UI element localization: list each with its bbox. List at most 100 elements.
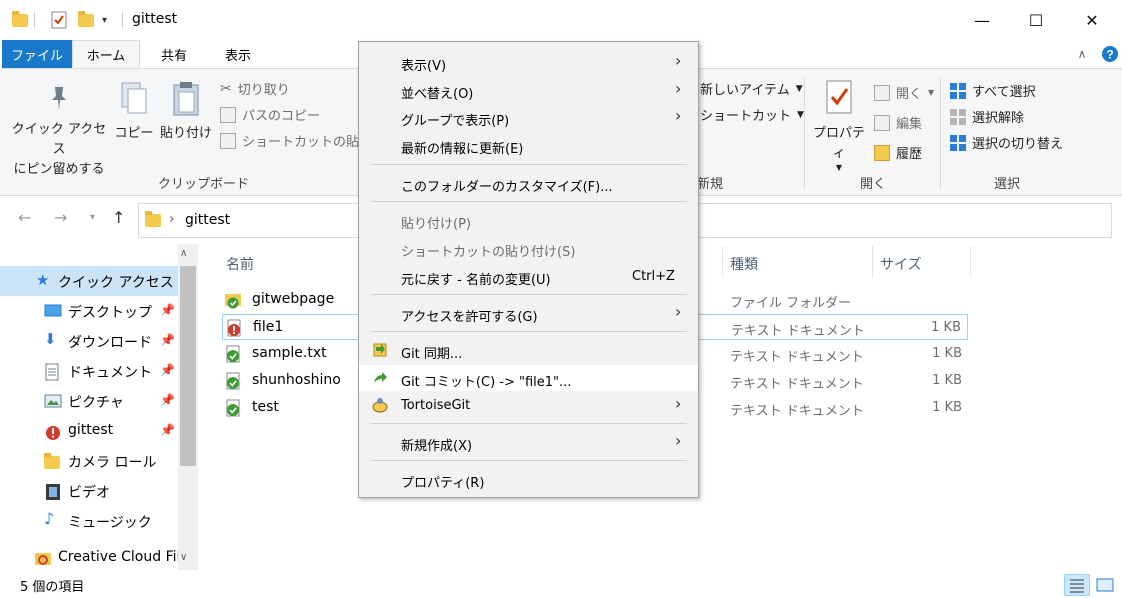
pin-quick-access-button[interactable]: クイック アクセス にピン留めする bbox=[10, 83, 108, 180]
item-count: 5 個の項目 bbox=[20, 580, 85, 595]
properties-label: プロパティ bbox=[812, 126, 865, 161]
cut-label: 切り取り bbox=[237, 83, 290, 98]
chevron-right-icon: › bbox=[675, 79, 682, 98]
title-bar: ▾ gittest — ☐ ✕ bbox=[0, 0, 1122, 40]
tab-share[interactable]: 共有 bbox=[146, 40, 202, 68]
folder-icon bbox=[145, 211, 161, 227]
properties-icon[interactable] bbox=[50, 10, 68, 30]
shortcut-label: ショートカット bbox=[700, 109, 792, 124]
menu-item-properties[interactable]: プロパティ(R) bbox=[359, 466, 698, 492]
column-header-size[interactable]: サイズ bbox=[880, 254, 922, 274]
recent-locations-chevron-icon[interactable]: ▾ bbox=[90, 212, 95, 223]
edit-button[interactable]: 編集 bbox=[874, 113, 922, 132]
close-button[interactable]: ✕ bbox=[1064, 0, 1120, 40]
menu-item-refresh[interactable]: 最新の情報に更新(E) bbox=[359, 132, 698, 158]
tab-file[interactable]: ファイル bbox=[2, 40, 72, 68]
minimize-button[interactable]: — bbox=[954, 0, 1010, 40]
new-folder-icon[interactable] bbox=[78, 10, 94, 30]
copy-path-button[interactable]: パスのコピー bbox=[220, 105, 320, 124]
menu-label: グループで表示(P) bbox=[401, 114, 510, 129]
copy-button[interactable]: コピー bbox=[114, 81, 154, 144]
cut-button[interactable]: ✂ 切り取り bbox=[220, 79, 290, 99]
column-header-name[interactable]: 名前 bbox=[226, 254, 254, 274]
open-button[interactable]: 開く ▼ bbox=[874, 83, 934, 102]
pin-icon: 📌 bbox=[160, 393, 175, 407]
clipboard-icon bbox=[173, 82, 199, 116]
paste-shortcut-icon bbox=[220, 132, 236, 149]
large-icons-view-button[interactable] bbox=[1094, 574, 1116, 596]
menu-item-paste[interactable]: 貼り付け(P) bbox=[359, 207, 698, 233]
up-arrow-icon[interactable]: ↑ bbox=[112, 208, 125, 227]
film-icon bbox=[44, 483, 62, 505]
menu-item-tortoisegit[interactable]: TortoiseGit › bbox=[359, 392, 698, 418]
nav-item-creative-cloud[interactable]: Creative Cloud File bbox=[0, 546, 189, 570]
details-view-button[interactable] bbox=[1064, 574, 1090, 596]
select-all-button[interactable]: すべて選択 bbox=[950, 81, 1036, 100]
picture-icon bbox=[44, 393, 62, 413]
scroll-down-icon[interactable]: ∨ bbox=[180, 552, 187, 563]
properties-button[interactable]: プロパティ ▼ bbox=[808, 79, 870, 172]
menu-item-paste-shortcut[interactable]: ショートカットの貼り付け(S) bbox=[359, 235, 698, 261]
help-icon[interactable]: ? bbox=[1100, 40, 1120, 68]
back-arrow-icon[interactable]: ← bbox=[18, 208, 31, 227]
customize-qa-icon[interactable]: ▾ bbox=[102, 10, 107, 30]
menu-item-git-sync[interactable]: Git 同期... bbox=[359, 337, 698, 363]
tab-view[interactable]: 表示 bbox=[210, 40, 266, 68]
nav-label: デスクトップ bbox=[68, 305, 152, 321]
context-menu: 表示(V) › 並べ替え(O) › グループで表示(P) › 最新の情報に更新(E) … bbox=[358, 41, 699, 498]
nav-item-camera-roll[interactable]: カメラ ロール bbox=[0, 446, 178, 476]
nav-label: ドキュメント bbox=[68, 365, 152, 381]
history-icon bbox=[874, 144, 890, 161]
nav-scrollbar-thumb[interactable] bbox=[180, 266, 196, 466]
scroll-up-icon[interactable]: ∧ bbox=[180, 248, 187, 259]
nav-item-music[interactable]: ♪ ミュージック bbox=[0, 506, 178, 536]
invert-selection-button[interactable]: 選択の切り替え bbox=[950, 133, 1063, 152]
menu-item-git-commit[interactable]: Git コミット(C) -> "file1"... bbox=[359, 365, 698, 391]
menu-item-view[interactable]: 表示(V) › bbox=[359, 49, 698, 75]
menu-item-new[interactable]: 新規作成(X) › bbox=[359, 429, 698, 455]
tab-home[interactable]: ホーム bbox=[72, 40, 140, 68]
menu-item-sort-by[interactable]: 並べ替え(O) › bbox=[359, 77, 698, 103]
nav-item-videos[interactable]: ビデオ bbox=[0, 476, 178, 506]
menu-item-group-by[interactable]: グループで表示(P) › bbox=[359, 104, 698, 130]
nav-item-documents[interactable]: ドキュメント 📌 bbox=[0, 356, 178, 386]
chevron-right-icon: › bbox=[675, 106, 682, 125]
nav-item-downloads[interactable]: ⬇ ダウンロード 📌 bbox=[0, 326, 178, 356]
nav-item-gittest[interactable]: gittest 📌 bbox=[0, 416, 178, 446]
menu-item-undo-rename[interactable]: 元に戻す - 名前の変更(U) Ctrl+Z bbox=[359, 263, 698, 289]
maximize-button[interactable]: ☐ bbox=[1008, 0, 1064, 40]
tortoisegit-icon bbox=[372, 398, 388, 413]
select-none-label: 選択解除 bbox=[972, 111, 1025, 126]
forward-arrow-icon[interactable]: → bbox=[54, 208, 67, 227]
pin-icon bbox=[52, 87, 66, 110]
menu-separator bbox=[371, 201, 687, 202]
select-all-icon bbox=[950, 82, 966, 99]
column-header-type[interactable]: 種類 bbox=[730, 254, 758, 274]
menu-label: 新規作成(X) bbox=[401, 439, 473, 454]
shortcut-button[interactable]: ショートカット ▼ bbox=[700, 105, 804, 124]
star-icon: ★ bbox=[36, 271, 50, 289]
select-none-button[interactable]: 選択解除 bbox=[950, 107, 1024, 126]
chevron-down-icon: ▼ bbox=[928, 88, 935, 97]
edit-label: 編集 bbox=[896, 117, 923, 132]
column-divider bbox=[722, 246, 723, 278]
menu-item-customize[interactable]: このフォルダーのカスタマイズ(F)... bbox=[359, 170, 698, 196]
pin-icon: 📌 bbox=[160, 363, 175, 377]
file-size: 1 KB bbox=[932, 373, 962, 388]
file-name: sample.txt bbox=[252, 345, 327, 361]
scissors-icon: ✂ bbox=[220, 80, 232, 97]
breadcrumb-gittest[interactable]: gittest bbox=[185, 212, 230, 228]
menu-label: 元に戻す - 名前の変更(U) bbox=[401, 273, 551, 288]
paste-button[interactable]: 貼り付け bbox=[158, 81, 214, 144]
nav-item-pictures[interactable]: ピクチャ 📌 bbox=[0, 386, 178, 416]
nav-item-quick-access[interactable]: ★ クイック アクセス bbox=[0, 266, 178, 296]
menu-item-give-access[interactable]: アクセスを許可する(G) › bbox=[359, 300, 698, 326]
new-item-button[interactable]: 新しいアイテム ▼ bbox=[700, 79, 803, 98]
history-button[interactable]: 履歴 bbox=[874, 143, 922, 162]
invert-selection-icon bbox=[950, 134, 966, 151]
nav-item-desktop[interactable]: デスクトップ 📌 bbox=[0, 296, 178, 326]
document-icon bbox=[44, 363, 60, 385]
pin-icon: 📌 bbox=[160, 423, 175, 437]
collapse-ribbon-icon[interactable]: ∧ bbox=[1072, 40, 1092, 68]
file-size: 1 KB bbox=[932, 400, 962, 415]
